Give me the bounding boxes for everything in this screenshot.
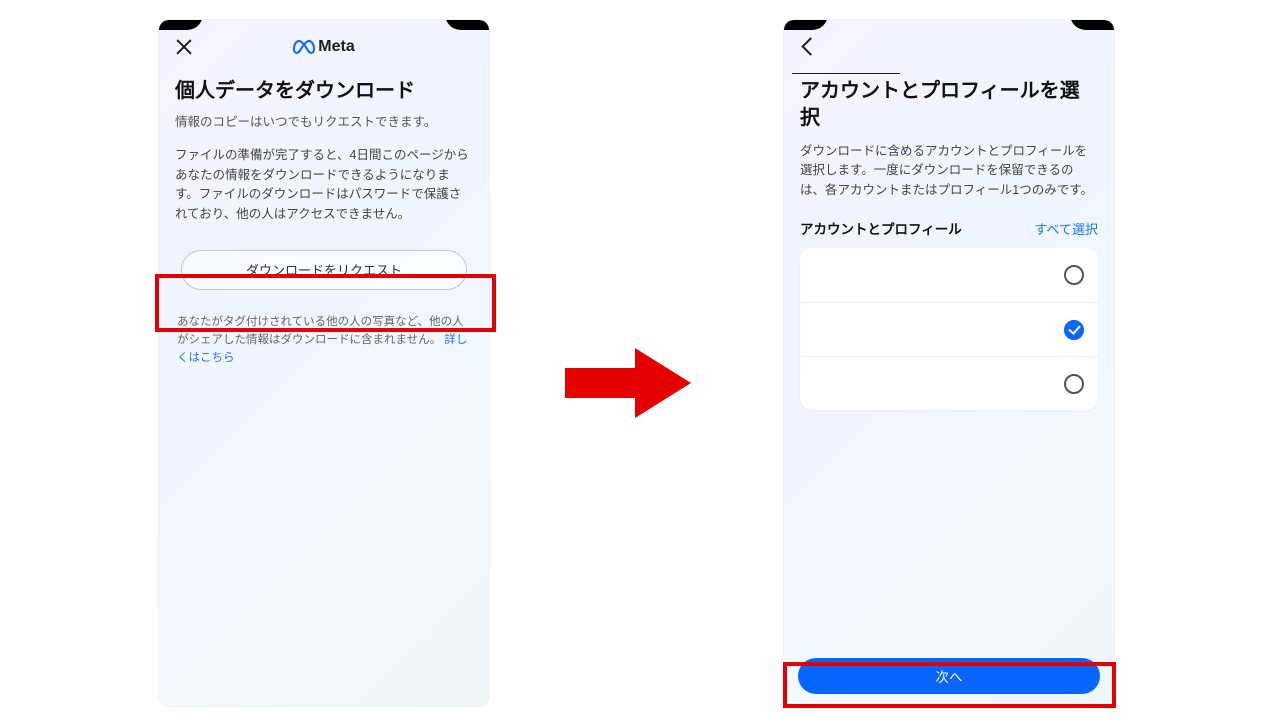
meta-logo-text: Meta [318, 38, 354, 56]
info-paragraph: ファイルの準備が完了すると、4日間このページからあなたの情報をダウンロードできる… [175, 146, 473, 224]
meta-logo: Meta [293, 38, 354, 56]
footnote: あなたがタグ付けされている他の人の写真など、他の人がシェアした情報はダウンロード… [175, 314, 473, 367]
radio-checked-icon[interactable] [1064, 320, 1084, 340]
back-icon[interactable] [798, 36, 820, 58]
top-bar: Meta [159, 20, 489, 74]
arrow-icon [565, 346, 691, 420]
tab-underline [792, 73, 900, 75]
bottom-bar: 次へ [784, 658, 1114, 694]
next-button[interactable]: 次へ [798, 658, 1100, 694]
request-button-wrap: ダウンロードをリクエスト [175, 242, 473, 298]
top-bar [784, 20, 1114, 74]
close-icon[interactable] [173, 36, 195, 58]
select-all-link[interactable]: すべて選択 [1034, 219, 1098, 238]
radio-unchecked-icon[interactable] [1064, 374, 1084, 394]
footnote-text: あなたがタグ付けされている他の人の写真など、他の人がシェアした情報はダウンロード… [177, 316, 464, 346]
list-item[interactable] [800, 302, 1098, 356]
request-download-button[interactable]: ダウンロードをリクエスト [181, 250, 467, 290]
radio-unchecked-icon[interactable] [1064, 265, 1084, 285]
page-title: 個人データをダウンロード [175, 78, 473, 105]
content-area: 個人データをダウンロード 情報のコピーはいつでもリクエストできます。 ファイルの… [159, 78, 489, 367]
section-header-row: アカウントとプロフィール すべて選択 [800, 218, 1098, 238]
info-paragraph: ダウンロードに含めるアカウントとプロフィールを選択します。一度にダウンロードを保… [800, 142, 1098, 200]
phone-screen-select-account: アカウントとプロフィールを選択 ダウンロードに含めるアカウントとプロフィールを選… [784, 20, 1114, 706]
phone-screen-download-info: Meta 個人データをダウンロード 情報のコピーはいつでもリクエストできます。 … [159, 20, 489, 706]
account-list-card [800, 248, 1098, 410]
section-title: アカウントとプロフィール [800, 218, 962, 238]
page-subtitle: 情報のコピーはいつでもリクエストできます。 [175, 113, 473, 132]
page-title: アカウントとプロフィールを選択 [800, 78, 1098, 132]
list-item[interactable] [800, 248, 1098, 302]
list-item[interactable] [800, 356, 1098, 410]
content-area: アカウントとプロフィールを選択 ダウンロードに含めるアカウントとプロフィールを選… [784, 78, 1114, 410]
